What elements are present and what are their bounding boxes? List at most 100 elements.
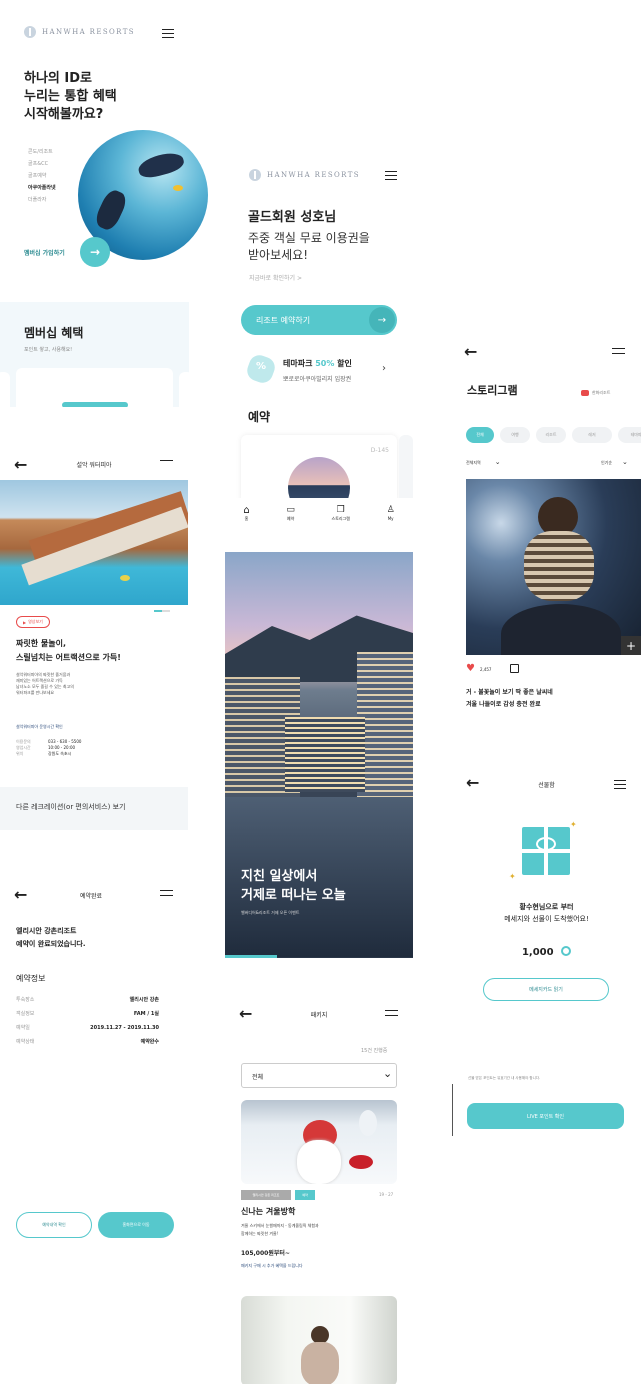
package-benefit-link[interactable]: 패키지 구매 시 추가 혜택을 드립니다 [241, 1263, 303, 1269]
benefit-bar [62, 402, 128, 407]
benefit-card-prev [0, 372, 10, 407]
heart-icon[interactable]: ♥ [466, 663, 475, 674]
package-price: 105,000원부터~ [241, 1250, 290, 1257]
brand-item-active[interactable]: 아쿠아플라넷 [28, 182, 56, 194]
check-now-link[interactable]: 지금바로 확인하기 > [249, 273, 302, 282]
more-recreation-section[interactable]: 다른 레크레이션(or 편의서비스) 보기 [0, 787, 188, 830]
waterpark-photo [0, 480, 188, 605]
membership-sub: 포인트 쌓고, 사용해요! [24, 347, 73, 353]
tab-themepark[interactable]: 테마파크 [618, 427, 641, 443]
menu-icon[interactable] [162, 29, 174, 38]
promo-title[interactable]: 테마파크 50% 할인 [283, 358, 352, 369]
region-filter[interactable]: 전체지역 ⌄ [466, 458, 501, 466]
hours-link[interactable]: 설악워터피아 운영시간 확인 [16, 724, 63, 730]
video-badge[interactable]: ▶ 영상보기 [16, 616, 50, 628]
menu-icon[interactable] [160, 890, 173, 896]
tab-travel[interactable]: 여행 [500, 427, 530, 443]
join-membership-link[interactable]: 멤버십 가입하기 [24, 248, 65, 257]
category-tabs: 전체 여행 리조트 레저 테마파크 [466, 427, 641, 443]
promo-sub: 뽀로로아쿠아빌리지 입장권 [283, 376, 352, 383]
package-photo-2[interactable] [241, 1296, 397, 1384]
greeting-line1: 주중 객실 무료 이용권을 [248, 231, 370, 245]
package-filter-select[interactable]: 전체 ⌄ [241, 1063, 397, 1088]
screen-splash: 지친 일상에서 거제로 떠나는 오늘 벨버디어&리조트 거제 오픈 이벤트 [225, 552, 413, 958]
package-photo[interactable] [241, 1100, 397, 1184]
channel-chip[interactable]: 한화리조트 [581, 390, 610, 396]
brand-name: HANWHA RESORTS [267, 171, 360, 179]
menu-icon[interactable] [385, 1010, 398, 1016]
gift-divider [452, 1084, 453, 1136]
membership-title: 멤버십 혜택 [24, 326, 84, 340]
share-icon[interactable] [510, 664, 519, 673]
go-home-button[interactable]: 홈화면으로 이동 [98, 1212, 174, 1238]
greeting-line2: 받아보세요! [248, 248, 309, 262]
waterpark-headline-1: 짜릿한 물놀이, [16, 639, 66, 648]
nav-home[interactable]: ⌂ 홈 [243, 505, 249, 522]
brand-item[interactable]: 콘도/리조트 [28, 146, 56, 158]
intro-heading: 하나의 ID로 누리는 통합 혜택 시작해볼까요? [24, 71, 117, 122]
package-desc-1: 겨울 스키에서 눈썰매까지 - 동계올림픽 체험과 [241, 1223, 319, 1228]
point-coin-icon [561, 946, 572, 956]
brand-name: HANWHA RESORTS [42, 28, 135, 36]
menu-icon[interactable] [614, 780, 626, 789]
splash-caption-2: 거제로 떠나는 오늘 [241, 888, 346, 903]
chevron-right-icon[interactable]: › [382, 363, 386, 374]
screen-login-intro: HANWHA RESORTS 하나의 ID로 누리는 통합 혜택 시작해볼까요?… [0, 0, 208, 290]
gift-title: 선물함 [538, 782, 555, 789]
waterpark-headline-2: 스릴넘치는 어트랙션으로 가득! [16, 653, 121, 662]
arrow-right-icon: → [369, 307, 395, 333]
tab-leisure[interactable]: 레저 [572, 427, 612, 443]
screen-storygram: ← 스토리그램 한화리조트 전체 여행 리조트 레저 테마파크 전체지역⌄ 인기… [452, 330, 641, 720]
live-point-button[interactable]: LIVE 포인트 확인 [467, 1103, 624, 1129]
package-tag-reserve: 예약 [295, 1190, 315, 1200]
youtube-icon [581, 390, 589, 396]
info-table: 이용문의 033 - 630 - 5500 영업시간 10:00 - 20:00 위… [16, 739, 82, 756]
hanwha-logo-icon [24, 26, 36, 38]
reservation-card[interactable]: D-145 [241, 435, 397, 498]
menu-icon[interactable] [385, 171, 397, 180]
home-icon: ⌂ [243, 504, 250, 516]
gift-box-icon [522, 827, 570, 875]
join-arrow-button[interactable]: → [80, 237, 110, 267]
chevron-down-icon: ⌄ [622, 458, 628, 466]
nav-my[interactable]: ♙ My [387, 505, 395, 521]
hotel-main [285, 717, 365, 792]
tab-resort[interactable]: 리조트 [536, 427, 566, 443]
brand-item[interactable]: 골프&CC [28, 158, 56, 170]
tab-all[interactable]: 전체 [466, 427, 494, 443]
menu-icon[interactable] [160, 460, 173, 466]
story-photo[interactable]: + [466, 479, 641, 655]
back-arrow-icon[interactable]: ← [464, 344, 477, 360]
menu-icon[interactable] [612, 348, 625, 354]
brand-logo: HANWHA RESORTS [249, 169, 360, 181]
splash-progress [225, 955, 277, 958]
chevron-down-icon: ⌄ [494, 458, 501, 466]
reservation-section-title: 예약 [248, 410, 271, 424]
sort-filter[interactable]: 인기순 ⌄ [601, 458, 628, 466]
nav-storygram[interactable]: ❒ 스토리그램 [332, 505, 350, 522]
brand-item[interactable]: 더플라자 [28, 194, 56, 206]
read-message-card-button[interactable]: 메세지카드 읽기 [483, 978, 609, 1001]
like-count: 2,457 [480, 667, 492, 672]
dday-badge: D-145 [370, 447, 389, 454]
hanwha-logo-icon [249, 169, 261, 181]
storygram-title: 스토리그램 [467, 384, 518, 397]
splash-small: 벨버디어&리조트 거제 오픈 이벤트 [241, 910, 300, 915]
screen-waterpark: ← 설악 워터피아 ▶ 영상보기 짜릿한 물놀이, 스릴넘치는 어트랙션으로 가득… [0, 440, 188, 830]
brand-item[interactable]: 골프예약 [28, 170, 56, 182]
expand-icon[interactable]: + [621, 636, 641, 655]
arrow-right-icon: → [89, 245, 101, 259]
reservation-card-side [399, 435, 413, 498]
package-desc-2: 함께하는 짜릿한 겨울! [241, 1231, 279, 1236]
gift-msg-2: 메세지와 선물이 도착했어요! [504, 915, 589, 923]
play-icon: ▶ [23, 619, 27, 625]
resort-thumb [288, 457, 350, 498]
view-reservation-button[interactable]: 예약내역 확인 [16, 1212, 92, 1238]
benefit-card-next [179, 372, 189, 407]
screen-home: HANWHA RESORTS 골드회원 성호님 주중 객실 무료 이용권을 받아… [225, 150, 413, 498]
screen-gift: ← 선물함 ✦ ✦ 황수현님으로 부터 메세지와 선물이 도착했어요! 1,00… [452, 762, 641, 1142]
story-text-1: 거 - 불꽃놀이 보기 딱 좋은 날씨네 [466, 689, 553, 696]
done-msg-2: 예약이 완료되었습니다. [16, 940, 86, 948]
resort-reserve-button[interactable]: 리조트 예약하기 → [241, 305, 397, 335]
nav-reserve[interactable]: ▭ 예약 [286, 505, 295, 522]
